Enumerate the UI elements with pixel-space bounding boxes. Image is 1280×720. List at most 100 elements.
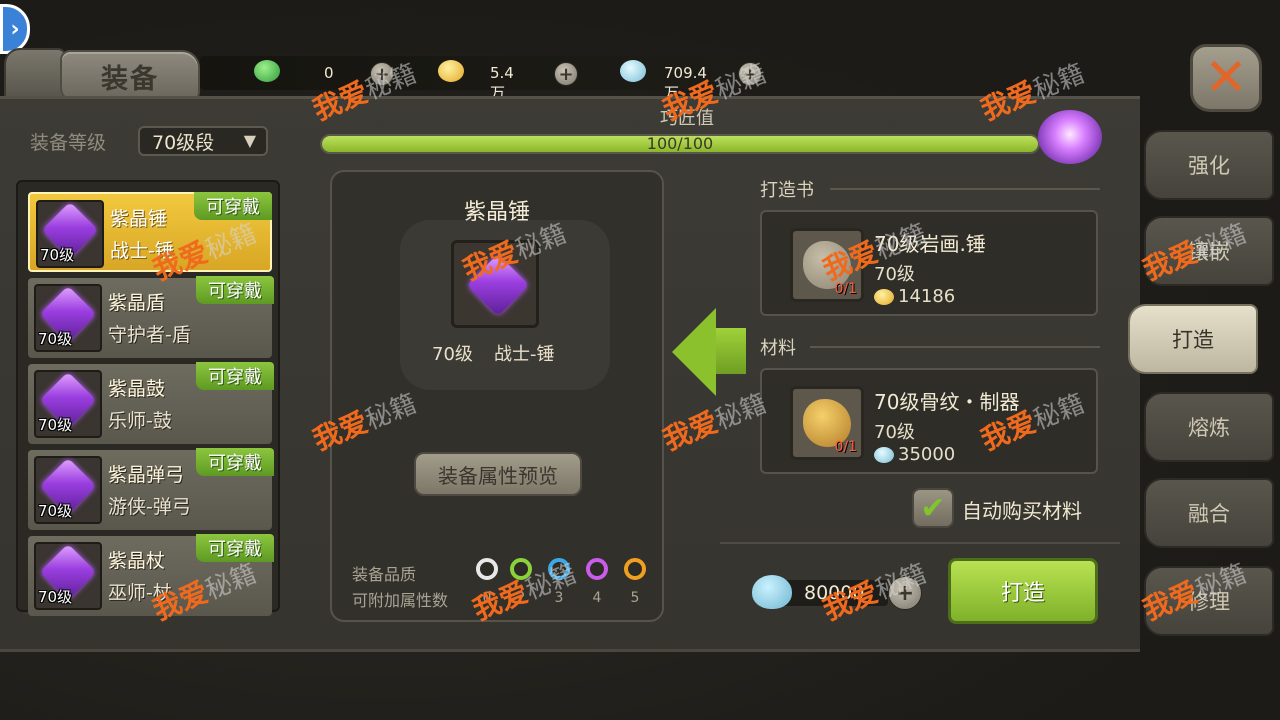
item-name: 紫晶弹弓 <box>108 464 185 486</box>
treasure-chest-icon[interactable] <box>1038 110 1102 164</box>
detail-item-level: 70级 <box>432 344 473 365</box>
item-level: 70级 <box>38 416 73 434</box>
forge-book-thumb: 0/1 <box>790 228 864 302</box>
forge-cost-value: 80000 <box>804 582 865 604</box>
item-thumbnail: 70级 <box>34 370 102 438</box>
close-icon: ✕ <box>1204 48 1248 108</box>
list-item[interactable]: 70级 紫晶锤 战士-锤 可穿戴 <box>28 192 272 272</box>
item-role: 战士-锤 <box>110 240 174 262</box>
wearable-badge: 可穿戴 <box>196 448 274 476</box>
item-thumbnail: 70级 <box>34 284 102 352</box>
cost-value: 14186 <box>898 286 956 307</box>
material-card[interactable]: 0/1 70级骨纹・制器 70级 35000 <box>760 368 1098 474</box>
close-button[interactable]: ✕ <box>1190 44 1262 112</box>
attr-count-value: 5 <box>630 590 640 606</box>
arrow-tail <box>714 328 746 374</box>
add-gold-button[interactable]: + <box>554 62 578 86</box>
cost-value: 35000 <box>898 444 956 465</box>
add-shell-button[interactable]: + <box>888 576 922 610</box>
tab-1[interactable]: 强化 <box>1144 130 1274 200</box>
attr-count-value: 2 <box>516 590 526 606</box>
list-item[interactable]: 70级 紫晶盾 守护者-盾 可穿戴 <box>28 276 274 358</box>
tab-4[interactable]: 熔炼 <box>1144 392 1274 462</box>
item-role: 巫师-杖 <box>108 582 172 604</box>
item-level: 70级 <box>38 502 73 520</box>
shell-icon <box>874 446 894 463</box>
item-role: 游侠-弹弓 <box>108 496 191 518</box>
attribute-preview-button[interactable]: 装备属性预览 <box>414 452 582 496</box>
quality-swirl-icon <box>476 558 498 580</box>
equipment-list[interactable]: 70级 紫晶锤 战士-锤 可穿戴 70级 紫晶盾 守护者-盾 可穿戴 70级 紫… <box>16 180 280 616</box>
owned-count: 0/1 <box>834 439 857 455</box>
quality-swirl-icon <box>510 558 532 580</box>
forge-book-title: 打造书 <box>760 180 814 201</box>
list-item[interactable]: 70级 紫晶鼓 乐师-鼓 可穿戴 <box>28 362 274 444</box>
list-item[interactable]: 70级 紫晶杖 巫师-杖 可穿戴 <box>28 534 274 616</box>
tab-3[interactable]: 打造 <box>1128 304 1258 374</box>
item-level: 70级 <box>38 588 73 606</box>
material-name: 70级骨纹・制器 <box>874 390 1020 414</box>
attr-count-label: 可附加属性数 <box>352 591 449 610</box>
wearable-badge: 可穿戴 <box>196 276 274 304</box>
detail-item-name: 紫晶锤 <box>463 200 530 225</box>
wearable-badge: 可穿戴 <box>196 362 274 390</box>
forge-book-card[interactable]: 0/1 70级岩画.锤 70级 14186 <box>760 210 1098 316</box>
add-shell-button[interactable]: + <box>738 62 762 86</box>
craft-progress-label: 巧匠值 <box>660 108 714 129</box>
detail-item-slot <box>451 240 539 328</box>
item-name: 紫晶盾 <box>108 292 166 314</box>
level-filter-value: 70级段 <box>152 131 215 154</box>
shell-icon <box>620 60 646 82</box>
item-name: 紫晶鼓 <box>108 378 166 400</box>
forge-book-cost: 14186 <box>874 286 955 307</box>
add-green-button[interactable]: + <box>370 62 394 86</box>
item-thumbnail: 70级 <box>36 200 104 268</box>
item-thumbnail: 70级 <box>34 542 102 610</box>
currency-shell: 709.4万 <box>620 60 707 102</box>
level-filter-label: 装备等级 <box>30 132 107 154</box>
hammer-icon <box>466 253 530 317</box>
divider <box>810 346 1100 348</box>
item-role: 守护者-盾 <box>108 324 191 346</box>
page-title: 装备 <box>60 50 200 102</box>
quality-swirl-icon <box>586 558 608 580</box>
material-thumb: 0/1 <box>790 386 864 460</box>
auto-buy-checkbox[interactable]: ✔ <box>912 488 954 528</box>
currency-value: 0 <box>324 64 334 82</box>
quality-swirl-icon <box>548 558 570 580</box>
item-name: 紫晶杖 <box>108 550 166 572</box>
shell-icon <box>752 575 792 609</box>
forge-book-level: 70级 <box>874 264 915 285</box>
detail-item-class: 战士-锤 <box>494 344 555 365</box>
level-filter-select[interactable]: 70级段 ▼ <box>138 126 268 156</box>
quality-label: 装备品质 <box>352 565 417 584</box>
item-role: 乐师-鼓 <box>108 410 172 432</box>
item-level: 70级 <box>38 330 73 348</box>
material-level: 70级 <box>874 422 915 443</box>
craft-progress-text: 100/100 <box>646 134 714 153</box>
divider <box>720 542 1120 544</box>
dropdown-arrow-icon: ▼ <box>243 131 256 150</box>
material-cost: 35000 <box>874 444 955 465</box>
forge-button[interactable]: 打造 <box>948 558 1098 624</box>
gold-coin-icon <box>438 60 464 82</box>
checkmark-icon: ✔ <box>920 490 946 526</box>
attr-count-value: 0 <box>482 590 492 606</box>
auto-buy-label: 自动购买材料 <box>962 499 1082 523</box>
tab-2[interactable]: 镶嵌 <box>1144 216 1274 286</box>
material-title: 材料 <box>760 338 796 359</box>
tab-6[interactable]: 修理 <box>1144 566 1274 636</box>
attr-count-value: 4 <box>592 590 602 606</box>
divider <box>830 188 1100 190</box>
attr-count-value: 3 <box>554 590 564 606</box>
wearable-badge: 可穿戴 <box>194 192 272 220</box>
tab-5[interactable]: 融合 <box>1144 478 1274 548</box>
wearable-badge: 可穿戴 <box>196 534 274 562</box>
owned-count: 0/1 <box>834 281 857 297</box>
gold-coin-icon <box>874 288 894 305</box>
item-level: 70级 <box>40 246 75 264</box>
currency-gold: 5.4万 <box>438 60 514 102</box>
list-item[interactable]: 70级 紫晶弹弓 游侠-弹弓 可穿戴 <box>28 448 274 530</box>
forge-book-name: 70级岩画.锤 <box>874 232 986 256</box>
green-gem-icon <box>254 60 280 82</box>
